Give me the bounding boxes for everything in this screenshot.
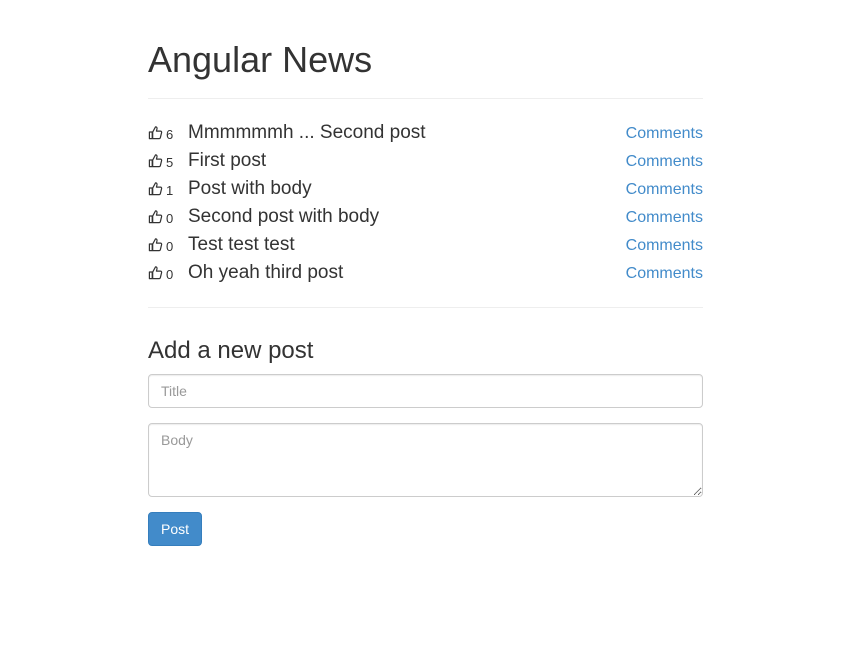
form-divider [148,307,703,308]
post-item: 0 Second post with body Comments [148,203,703,231]
vote-count: 0 [166,267,174,282]
post-list: 6 Mmmmmmh ... Second post Comments 5 Fir… [148,119,703,287]
comments-link[interactable]: Comments [626,180,703,200]
header-divider [148,98,703,99]
post-title: Test test test [188,234,295,255]
post-item: 0 Oh yeah third post Comments [148,259,703,287]
comments-link[interactable]: Comments [626,152,703,172]
comments-link[interactable]: Comments [626,236,703,256]
page-title: Angular News [148,39,373,80]
post-button[interactable]: Post [148,512,202,546]
vote-count: 1 [166,183,174,198]
comments-link[interactable]: Comments [626,264,703,284]
post-title: Post with body [188,178,312,199]
post-title: First post [188,150,267,171]
thumbs-up-icon[interactable] [148,153,164,169]
post-item: 5 First post Comments [148,147,703,175]
thumbs-up-icon[interactable] [148,265,164,281]
vote-count: 6 [166,127,174,142]
title-input[interactable] [148,374,703,408]
post-item: 6 Mmmmmmh ... Second post Comments [148,119,703,147]
vote-count: 0 [166,239,174,254]
post-title: Second post with body [188,206,380,227]
comments-link[interactable]: Comments [626,124,703,144]
post-item: 1 Post with body Comments [148,175,703,203]
vote-count: 0 [166,211,174,226]
body-textarea[interactable] [148,423,703,497]
comments-link[interactable]: Comments [626,208,703,228]
thumbs-up-icon[interactable] [148,181,164,197]
thumbs-up-icon[interactable] [148,209,164,225]
post-title: Mmmmmmh ... Second post [188,122,426,143]
post-title: Oh yeah third post [188,262,344,283]
thumbs-up-icon[interactable] [148,237,164,253]
post-item: 0 Test test test Comments [148,231,703,259]
thumbs-up-icon[interactable] [148,125,164,141]
form-heading: Add a new post [148,337,314,364]
vote-count: 5 [166,155,174,170]
